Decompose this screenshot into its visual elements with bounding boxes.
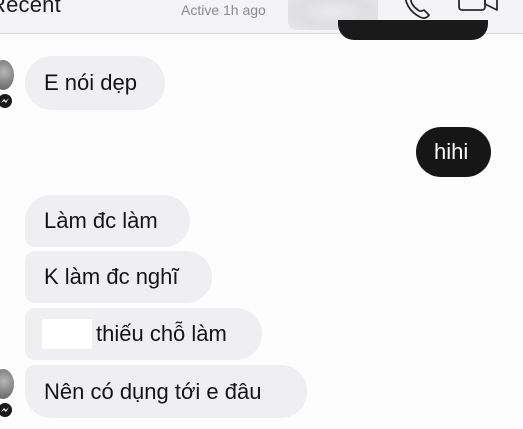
message-bubble-outgoing[interactable]: hihi xyxy=(416,127,491,177)
message-text: thiếu chỗ làm xyxy=(96,321,227,346)
message-bubble-incoming[interactable]: K làm đc nghĩ xyxy=(25,251,212,303)
message-bubble-incoming[interactable]: Làm đc làm xyxy=(25,195,190,247)
chat-screen: Recent Active 1h ago E nói dẹp hihi Làm … xyxy=(0,0,523,429)
redacted-region xyxy=(42,319,92,349)
message-bubble-incoming[interactable]: E nói dẹp xyxy=(25,56,165,110)
contact-avatar[interactable] xyxy=(0,369,14,399)
active-status: Active 1h ago xyxy=(181,2,266,18)
message-text: hihi xyxy=(434,139,469,164)
contact-avatar[interactable] xyxy=(0,60,14,90)
phone-icon[interactable] xyxy=(400,0,434,22)
message-bubble-incoming[interactable]: thiếu chỗ làm xyxy=(25,308,262,360)
messenger-badge-icon xyxy=(0,92,14,110)
previous-message-bubble xyxy=(338,20,488,40)
message-text: E nói dẹp xyxy=(44,70,137,95)
video-camera-icon[interactable] xyxy=(457,0,501,22)
messenger-badge-icon xyxy=(0,401,14,419)
back-button[interactable]: Recent xyxy=(0,0,61,18)
message-text: Nên có dụng tới e đâu xyxy=(44,378,262,404)
message-text: K làm đc nghĩ xyxy=(44,264,179,289)
message-bubble-incoming[interactable]: Nên có dụng tới e đâu xyxy=(25,365,307,418)
message-text: Làm đc làm xyxy=(44,208,158,233)
